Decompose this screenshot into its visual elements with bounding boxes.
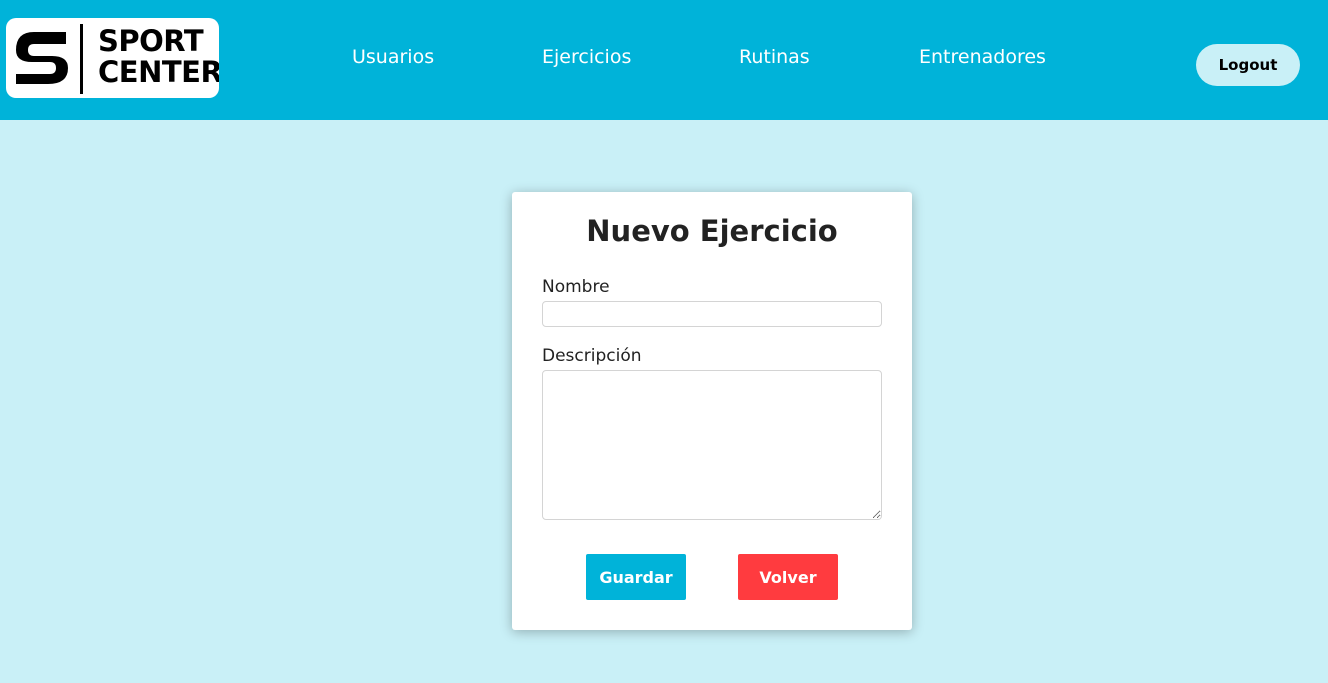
nombre-input[interactable]	[542, 301, 882, 327]
new-exercise-form-card: Nuevo Ejercicio Nombre Descripción Guard…	[512, 192, 912, 630]
back-button[interactable]: Volver	[738, 554, 838, 600]
logo-line-2: CENTER	[98, 55, 219, 89]
nav-link-ejercicios[interactable]: Ejercicios	[542, 46, 631, 68]
nav-link-usuarios[interactable]: Usuarios	[352, 46, 434, 68]
descripcion-textarea[interactable]	[542, 370, 882, 520]
logo-text: SPORT CENTER	[98, 24, 219, 89]
s-logo-icon	[16, 32, 68, 84]
nombre-label: Nombre	[542, 277, 610, 297]
logo-divider	[80, 24, 83, 94]
nav-link-rutinas[interactable]: Rutinas	[739, 46, 810, 68]
logo-line-1: SPORT	[98, 24, 204, 58]
sport-center-logo[interactable]: SPORT CENTER	[6, 18, 219, 98]
save-button[interactable]: Guardar	[586, 554, 686, 600]
nav-link-entrenadores[interactable]: Entrenadores	[919, 46, 1046, 68]
form-title: Nuevo Ejercicio	[586, 214, 838, 248]
logout-button[interactable]: Logout	[1196, 44, 1300, 86]
descripcion-label: Descripción	[542, 346, 642, 366]
top-navbar: SPORT CENTER Usuarios Ejercicios Rutinas…	[0, 0, 1328, 120]
